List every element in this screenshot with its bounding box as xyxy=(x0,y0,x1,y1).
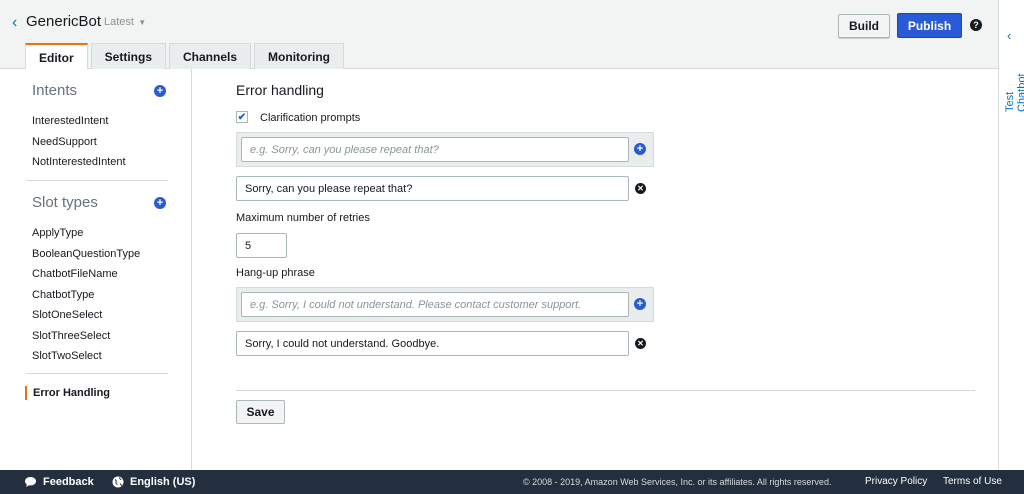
clarification-prompt-input[interactable]: e.g. Sorry, can you please repeat that? xyxy=(241,137,629,162)
footer: Feedback English (US) © 2008 - 2019, Ama… xyxy=(0,470,1024,494)
language-selector[interactable]: English (US) xyxy=(112,476,195,488)
sidebar-item-error-handling[interactable]: Error Handling xyxy=(25,386,110,400)
caret-down-icon: ▼ xyxy=(135,18,147,27)
speech-bubble-icon xyxy=(25,477,36,487)
add-intent-plus-icon[interactable]: + xyxy=(154,85,166,97)
version-dropdown[interactable]: Latest ▼ xyxy=(104,16,146,28)
tab-bar: Editor Settings Channels Monitoring xyxy=(25,43,345,70)
privacy-policy-link[interactable]: Privacy Policy xyxy=(865,476,927,487)
terms-of-use-link[interactable]: Terms of Use xyxy=(943,476,1002,487)
slot-types-heading: Slot types xyxy=(32,194,98,211)
sidebar-item-slotthreeselect[interactable]: SlotThreeSelect xyxy=(32,330,110,342)
remove-clarification-icon[interactable]: ✕ xyxy=(635,183,646,194)
back-chevron-icon[interactable]: ‹ xyxy=(12,14,17,32)
divider xyxy=(236,390,975,391)
tab-monitoring[interactable]: Monitoring xyxy=(254,43,345,69)
retries-label: Maximum number of retries xyxy=(236,212,370,224)
intents-heading: Intents xyxy=(32,82,78,99)
test-chatbot-rail[interactable]: ‹ Test Chatbot xyxy=(998,0,1024,470)
add-slot-type-plus-icon[interactable]: + xyxy=(154,197,166,209)
copyright-text: © 2008 - 2019, Amazon Web Services, Inc.… xyxy=(523,477,832,487)
hangup-phrase-value[interactable]: Sorry, I could not understand. Goodbye. xyxy=(236,331,629,356)
clarification-label: Clarification prompts xyxy=(260,112,361,124)
feedback-link[interactable]: Feedback xyxy=(24,476,94,488)
sidebar-item-chatbotfilename[interactable]: ChatbotFileName xyxy=(32,268,118,280)
sidebar-item-slotoneselect[interactable]: SlotOneSelect xyxy=(32,309,102,321)
sidebar-item-chatbottype[interactable]: ChatbotType xyxy=(32,289,94,301)
add-clarification-plus-icon[interactable]: + xyxy=(634,143,646,155)
sidebar-divider xyxy=(26,373,168,374)
build-button[interactable]: Build xyxy=(838,14,890,38)
hangup-phrase-input[interactable]: e.g. Sorry, I could not understand. Plea… xyxy=(241,292,629,317)
add-hangup-plus-icon[interactable]: + xyxy=(634,298,646,310)
test-chatbot-label[interactable]: Test Chatbot xyxy=(1004,52,1024,112)
remove-hangup-icon[interactable]: ✕ xyxy=(635,338,646,349)
sidebar-item-booleanquestiontype[interactable]: BooleanQuestionType xyxy=(32,248,140,260)
retries-input[interactable]: 5 xyxy=(236,233,287,258)
clarification-checkbox[interactable]: ✔ xyxy=(236,111,248,123)
save-button[interactable]: Save xyxy=(236,400,285,424)
feedback-label: Feedback xyxy=(43,476,94,488)
tab-editor[interactable]: Editor xyxy=(25,43,88,70)
sidebar: Intents + InterestedIntent NeedSupport N… xyxy=(0,69,192,470)
sidebar-item-interestedintent[interactable]: InterestedIntent xyxy=(32,115,108,127)
sidebar-item-needsupport[interactable]: NeedSupport xyxy=(32,136,97,148)
language-label: English (US) xyxy=(130,476,196,488)
bot-name: GenericBot xyxy=(26,13,102,30)
clarification-prompt-value[interactable]: Sorry, can you please repeat that? xyxy=(236,176,629,201)
sidebar-item-applytype[interactable]: ApplyType xyxy=(32,227,83,239)
sidebar-item-slottwoselect[interactable]: SlotTwoSelect xyxy=(32,350,102,362)
sidebar-divider xyxy=(26,180,168,181)
hangup-label: Hang-up phrase xyxy=(236,267,315,279)
chevron-left-icon[interactable]: ‹ xyxy=(1007,28,1011,43)
help-icon[interactable]: ? xyxy=(970,19,982,31)
tab-settings[interactable]: Settings xyxy=(90,43,167,69)
globe-icon xyxy=(112,476,124,488)
sidebar-item-notinterestedintent[interactable]: NotInterestedIntent xyxy=(32,156,126,168)
publish-button[interactable]: Publish xyxy=(897,13,962,38)
version-label: Latest xyxy=(104,16,134,28)
tab-channels[interactable]: Channels xyxy=(169,43,252,69)
page-title: Error handling xyxy=(236,82,324,98)
header: ‹ GenericBot Latest ▼ Build Publish ? Ed… xyxy=(0,0,998,70)
